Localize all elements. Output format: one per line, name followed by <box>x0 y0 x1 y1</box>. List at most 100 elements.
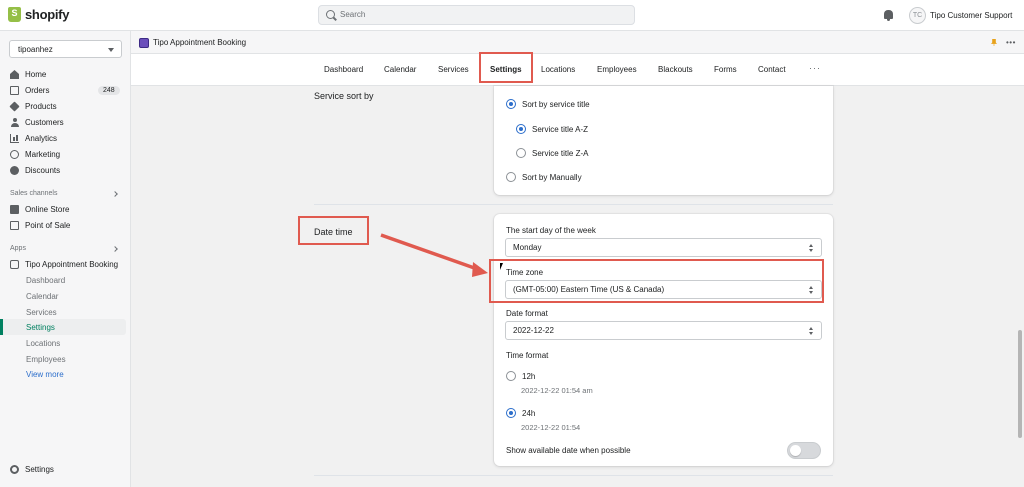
store-selector[interactable]: tipoanhez <box>9 40 122 58</box>
radio-time-24h[interactable]: 24h <box>506 408 535 418</box>
sidebar-item-label: Settings <box>25 465 54 474</box>
show-available-label: Show available date when possible <box>506 446 631 455</box>
date-time-highlight-box <box>298 216 369 245</box>
section-divider <box>314 204 833 205</box>
search-placeholder: Search <box>340 10 366 19</box>
sidebar-item-home[interactable]: Home <box>10 70 46 79</box>
radio-label: Service title Z-A <box>532 148 589 158</box>
sidebar-item-orders[interactable]: Orders <box>10 86 49 95</box>
show-available-toggle[interactable] <box>787 442 821 459</box>
radio-button[interactable] <box>506 408 516 418</box>
radio-button[interactable] <box>506 99 516 109</box>
sidebar-item-discounts[interactable]: Discounts <box>10 166 60 175</box>
sidebar-item-label: Orders <box>25 86 50 95</box>
sidebar-item-point-of-sale[interactable]: Point of Sale <box>10 221 70 230</box>
sidebar-item-customers[interactable]: Customers <box>10 118 64 127</box>
radio-button[interactable] <box>516 124 526 134</box>
tab-calendar[interactable]: Calendar <box>384 65 416 74</box>
tab-employees[interactable]: Employees <box>597 65 637 74</box>
radio-title-z-a[interactable]: Service title Z-A <box>516 148 588 158</box>
start-day-select[interactable]: Monday <box>505 238 822 257</box>
sidebar-item-label: Online Store <box>25 205 70 214</box>
orders-icon <box>10 86 19 95</box>
sidebar-item-marketing[interactable]: Marketing <box>10 150 60 159</box>
sidebar-item-label: Products <box>25 102 57 111</box>
analytics-icon <box>10 134 19 143</box>
tab-services[interactable]: Services <box>438 65 469 74</box>
timezone-label: Time zone <box>506 268 544 277</box>
sidebar-item-label: Point of Sale <box>25 221 71 230</box>
tab-forms[interactable]: Forms <box>714 65 737 74</box>
avatar[interactable]: TC <box>909 7 926 24</box>
sidebar: tipoanhez Home Orders 248 Products Custo… <box>0 31 131 487</box>
radio-label: 12h <box>522 371 536 381</box>
sidebar-item-label: Marketing <box>25 150 61 159</box>
sidebar-item-label: Tipo Appointment Booking <box>25 260 119 269</box>
sales-channels-heading: Sales channels <box>10 190 58 197</box>
apps-heading: Apps <box>10 245 26 252</box>
sidebar-subitem-services[interactable]: Services <box>26 308 57 317</box>
sidebar-item-app[interactable]: Tipo Appointment Booking <box>10 260 118 269</box>
more-tabs-icon[interactable]: ··· <box>809 63 821 73</box>
tab-dashboard[interactable]: Dashboard <box>324 65 363 74</box>
tab-highlight-box <box>479 52 533 83</box>
sidebar-item-label: Analytics <box>25 134 58 143</box>
gear-icon <box>10 465 19 474</box>
chevron-down-icon <box>108 48 114 52</box>
radio-label: Service title A-Z <box>532 124 589 134</box>
sidebar-item-products[interactable]: Products <box>9 101 57 112</box>
radio-time-12h[interactable]: 12h <box>506 371 535 381</box>
app-title: Tipo Appointment Booking <box>153 38 247 47</box>
chevron-right-icon[interactable] <box>112 191 118 197</box>
chevron-right-icon[interactable] <box>112 246 118 252</box>
date-format-value: 2022-12-22 <box>513 326 554 335</box>
time-format-label: Time format <box>506 351 549 360</box>
scrollbar-thumb[interactable] <box>1018 330 1022 438</box>
app-logo-icon <box>139 38 149 48</box>
radio-button[interactable] <box>516 148 526 158</box>
radio-button[interactable] <box>506 371 516 381</box>
sidebar-subitem-employees[interactable]: Employees <box>26 355 66 364</box>
radio-label: Sort by Manually <box>522 172 582 182</box>
active-subitem-background <box>0 319 126 335</box>
sidebar-subitem-settings[interactable]: Settings <box>26 323 55 332</box>
sidebar-item-online-store[interactable]: Online Store <box>10 205 69 214</box>
date-format-select[interactable]: 2022-12-22 <box>505 321 822 340</box>
view-more-link[interactable]: View more <box>26 370 64 379</box>
more-icon[interactable]: ••• <box>1006 39 1016 47</box>
sidebar-subitem-calendar[interactable]: Calendar <box>26 292 58 301</box>
marketing-icon <box>10 150 19 159</box>
radio-sort-by-title[interactable]: Sort by service title <box>506 99 590 109</box>
online-store-icon <box>10 205 19 214</box>
active-indicator <box>0 319 3 335</box>
sidebar-subitem-dashboard[interactable]: Dashboard <box>26 276 65 285</box>
service-sort-title: Service sort by <box>314 91 374 101</box>
start-day-value: Monday <box>513 243 542 252</box>
radio-label: Sort by service title <box>522 99 590 109</box>
shopify-logo[interactable]: shopify <box>8 7 69 22</box>
pin-icon[interactable] <box>991 39 997 46</box>
search-icon <box>326 10 335 19</box>
sidebar-item-label: Discounts <box>25 166 61 175</box>
customers-icon <box>10 118 19 127</box>
search-input[interactable]: Search <box>318 5 635 25</box>
user-name[interactable]: Tipo Customer Support <box>930 11 1012 20</box>
timezone-value: (GMT-05:00) Eastern Time (US & Canada) <box>513 285 665 294</box>
pos-icon <box>10 221 19 230</box>
sidebar-item-label: Customers <box>25 118 64 127</box>
radio-sort-manually[interactable]: Sort by Manually <box>506 172 582 182</box>
bell-icon[interactable] <box>884 10 893 21</box>
logo-text: shopify <box>25 7 70 22</box>
radio-title-a-z[interactable]: Service title A-Z <box>516 124 588 134</box>
start-day-label: The start day of the week <box>506 226 596 235</box>
select-arrows-icon <box>809 244 814 252</box>
timezone-select[interactable]: (GMT-05:00) Eastern Time (US & Canada) <box>505 280 822 299</box>
radio-button[interactable] <box>506 172 516 182</box>
tab-locations[interactable]: Locations <box>541 65 575 74</box>
sidebar-subitem-locations[interactable]: Locations <box>26 339 60 348</box>
date-format-label: Date format <box>506 309 548 318</box>
tab-blackouts[interactable]: Blackouts <box>658 65 693 74</box>
sidebar-item-analytics[interactable]: Analytics <box>10 134 57 143</box>
tab-contact[interactable]: Contact <box>758 65 786 74</box>
sidebar-item-settings[interactable]: Settings <box>10 465 54 474</box>
